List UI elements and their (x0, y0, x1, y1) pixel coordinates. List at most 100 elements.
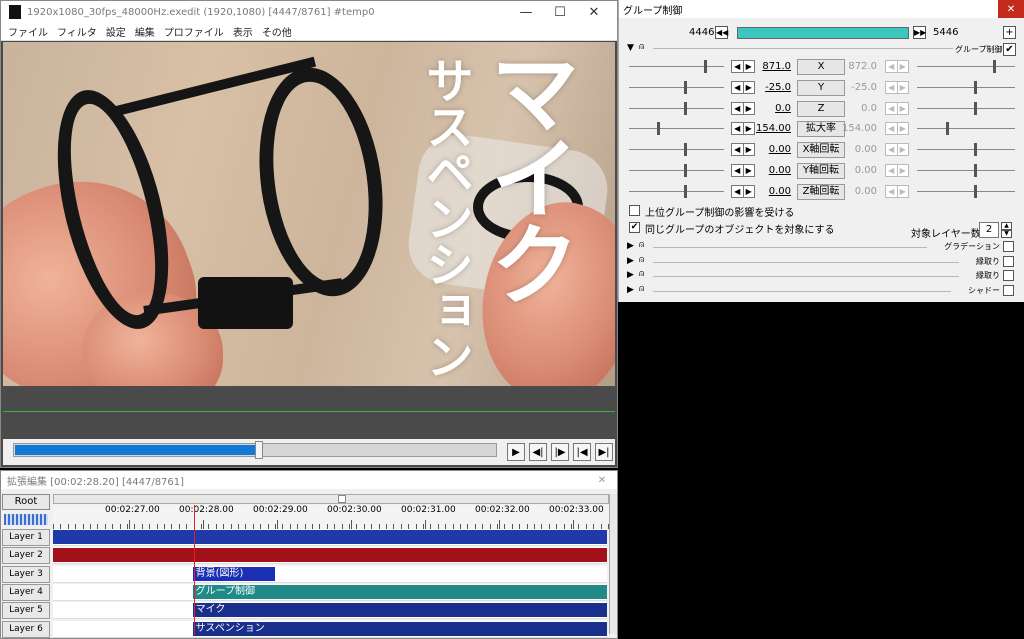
layer-lane[interactable]: サスペンション (53, 620, 607, 638)
target-layers-field[interactable]: 2 (979, 222, 999, 238)
layer-lane[interactable]: マイク (53, 602, 607, 620)
frame-forward-icon[interactable]: ▶▶ (913, 26, 926, 39)
param-stepper-end[interactable]: ◀ ▶ (885, 101, 909, 115)
expand-icon[interactable]: ▶ (627, 241, 634, 251)
param-stepper-end[interactable]: ◀ ▶ (885, 143, 909, 157)
param-slider-start[interactable] (629, 122, 724, 136)
param-stepper-end[interactable]: ◀ ▶ (885, 60, 909, 73)
layer-label[interactable]: Layer 6 (2, 620, 50, 638)
filter-checkbox[interactable] (1003, 255, 1014, 267)
upper-group-checkbox[interactable] (629, 205, 640, 216)
seek-thumb[interactable] (254, 441, 263, 459)
menu-item[interactable]: 編集 (135, 24, 155, 39)
param-slider-end[interactable] (917, 143, 1015, 157)
seek-bar[interactable] (13, 441, 497, 459)
menu-bar: ファイル フィルタ 設定 編集 プロファイル 表示 その他 (1, 23, 617, 41)
param-value-end[interactable]: 0.00 (835, 165, 877, 176)
playhead[interactable] (194, 505, 195, 635)
filter-checkbox[interactable] (1003, 284, 1014, 296)
time-ruler[interactable]: 00:02:27.00 00:02:28.00 00:02:29.00 00:02:3… (53, 505, 609, 529)
param-value-end[interactable]: 0.00 (835, 186, 877, 197)
frame-back-icon[interactable]: ◀◀ (715, 26, 728, 39)
param-stepper-end[interactable]: ◀ ▶ (885, 80, 909, 94)
minimize-icon[interactable]: — (509, 1, 543, 23)
param-value-start[interactable]: 871.0 (749, 61, 791, 72)
gc-enable-checkbox[interactable]: ✔ (1003, 43, 1016, 56)
layer-lane[interactable]: 背景(図形) (53, 565, 607, 583)
menu-item[interactable]: ファイル (8, 24, 48, 39)
param-slider-end[interactable] (917, 164, 1015, 178)
param-value-end[interactable]: 0.00 (835, 144, 877, 155)
horizontal-scrollbar[interactable] (53, 494, 609, 504)
param-stepper-end[interactable]: ◀ ▶ (885, 184, 909, 198)
close-icon[interactable]: ✕ (577, 1, 611, 23)
frame-range-bar[interactable] (737, 27, 909, 39)
param-stepper-end[interactable]: ◀ ▶ (885, 122, 909, 136)
scroll-thumb[interactable] (338, 495, 346, 503)
maximize-icon[interactable]: ☐ (543, 1, 577, 23)
play-icon[interactable]: ▶ (507, 443, 525, 461)
root-button[interactable]: Root (2, 494, 50, 510)
param-slider-start[interactable] (629, 101, 724, 116)
param-value-start[interactable]: -25.0 (749, 82, 791, 93)
menu-item[interactable]: 表示 (233, 24, 253, 39)
prev-frame-icon[interactable]: ◀| (529, 443, 547, 461)
close-icon[interactable]: ✕ (998, 0, 1024, 18)
param-value-start[interactable]: 0.00 (749, 186, 791, 197)
mount-ring-right (245, 59, 397, 305)
layer-lane[interactable]: グループ制御 (53, 583, 607, 601)
param-slider-start[interactable] (629, 60, 724, 74)
param-value-end[interactable]: -25.0 (835, 82, 877, 93)
timeline-clip[interactable]: サスペンション (192, 621, 607, 636)
go-start-icon[interactable]: |◀ (573, 443, 591, 461)
param-slider-start[interactable] (629, 184, 724, 199)
ruler-label: 00:02:28.00 (179, 505, 234, 515)
param-value-end[interactable]: 0.0 (835, 103, 877, 114)
param-value-start[interactable]: 0.00 (749, 144, 791, 155)
filter-checkbox[interactable] (1003, 241, 1014, 252)
collapse-icon[interactable]: ▼ (627, 43, 634, 53)
go-end-icon[interactable]: ▶| (595, 443, 613, 461)
timeline-clip[interactable]: 背景(図形) (192, 566, 275, 581)
layer-label[interactable]: Layer 3 (2, 565, 50, 583)
layer-lane[interactable] (53, 547, 607, 565)
close-icon[interactable]: ✕ (589, 471, 615, 489)
layer-label[interactable]: Layer 2 (2, 547, 50, 565)
vertical-scrollbar[interactable] (609, 494, 617, 634)
param-slider-start[interactable] (629, 164, 724, 178)
param-value-start[interactable]: 0.0 (749, 103, 791, 114)
layer-label[interactable]: Layer 5 (2, 602, 50, 620)
menu-item[interactable]: プロファイル (164, 24, 224, 39)
param-slider-end[interactable] (917, 184, 1015, 199)
expand-icon[interactable]: ▶ (627, 285, 634, 295)
param-slider-start[interactable] (629, 143, 724, 157)
timeline-clip[interactable]: グループ制御 (192, 584, 607, 599)
param-slider-end[interactable] (917, 101, 1015, 116)
layer-lane[interactable] (53, 529, 607, 546)
param-slider-start[interactable] (629, 80, 724, 95)
param-slider-end[interactable] (917, 122, 1015, 136)
spin-down-icon[interactable]: ▼ (1001, 230, 1012, 238)
expand-icon[interactable]: ▶ (627, 256, 634, 266)
same-group-checkbox[interactable]: ✔ (629, 222, 640, 233)
param-stepper-end[interactable]: ◀ ▶ (885, 164, 909, 177)
menu-item[interactable]: その他 (262, 24, 292, 39)
filter-checkbox[interactable] (1003, 270, 1014, 281)
expand-icon[interactable]: ▶ (627, 270, 634, 280)
next-frame-icon[interactable]: |▶ (551, 443, 569, 461)
spin-up-icon[interactable]: ▲ (1001, 222, 1012, 230)
timeline-clip[interactable]: マイク (192, 603, 607, 618)
add-icon[interactable]: + (1003, 26, 1016, 39)
param-slider-end[interactable] (917, 60, 1015, 74)
param-value-end[interactable]: 154.00 (835, 123, 877, 134)
param-slider-end[interactable] (917, 80, 1015, 95)
timeline-clip[interactable] (53, 530, 607, 544)
menu-item[interactable]: 設定 (106, 24, 126, 39)
menu-item[interactable]: フィルタ (57, 24, 97, 39)
param-value-end[interactable]: 872.0 (835, 61, 877, 72)
layer-label[interactable]: Layer 4 (2, 583, 50, 601)
layer-label[interactable]: Layer 1 (2, 529, 50, 546)
param-value-start[interactable]: 0.00 (749, 165, 791, 176)
param-value-start[interactable]: 154.00 (749, 123, 791, 134)
timeline-clip[interactable] (53, 548, 607, 563)
